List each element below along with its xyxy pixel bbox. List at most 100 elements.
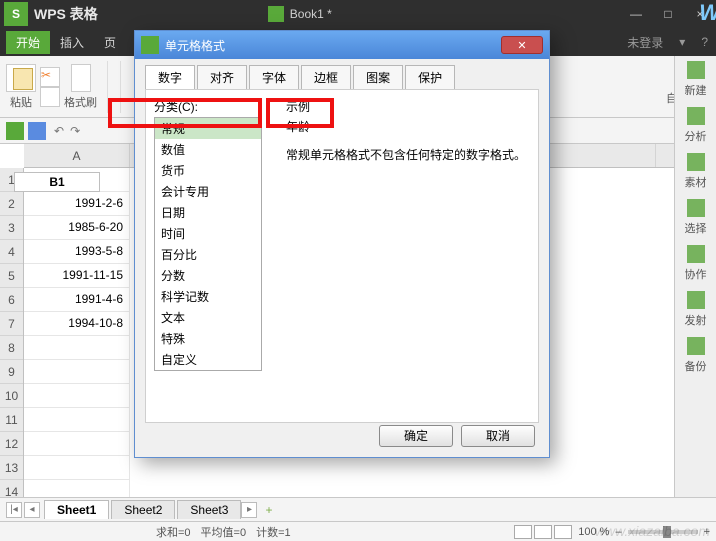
category-item[interactable]: 百分比 [155,244,261,265]
app-logo-icon: S [4,2,28,26]
app-name: WPS 表格 [34,4,98,24]
status-avg: 平均值=0 [201,524,247,540]
dialog-logo-icon [141,36,159,54]
file-icon[interactable] [6,122,24,140]
watermark: www.xiazaiba.com [595,523,710,539]
sheet-tab-3[interactable]: Sheet3 [177,500,241,519]
decorative-W: W [699,0,716,26]
category-list[interactable]: 常规数值货币会计专用日期时间百分比分数科学记数文本特殊自定义 [154,117,262,371]
row-header[interactable]: 9 [0,360,23,384]
minimize-button[interactable]: — [620,0,652,28]
col-header-A[interactable]: A [24,144,130,167]
add-sheet-button[interactable]: + [259,501,278,519]
category-item[interactable]: 数值 [155,139,261,160]
cut-icon[interactable]: ✂ [40,67,60,87]
row-header[interactable]: 4 [0,240,23,264]
paste-icon[interactable] [6,64,36,92]
sidepanel-item[interactable]: 选择 [675,194,716,240]
category-item[interactable]: 时间 [155,223,261,244]
category-item[interactable]: 文本 [155,307,261,328]
sidepanel-item[interactable]: 分析 [675,102,716,148]
dlg-tab-protect[interactable]: 保护 [405,65,455,89]
row-header[interactable]: 8 [0,336,23,360]
undo-icon[interactable]: ↶ [54,124,64,138]
sheet-tab-1[interactable]: Sheet1 [44,500,109,519]
dlg-tab-border[interactable]: 边框 [301,65,351,89]
row-header[interactable]: 10 [0,384,23,408]
row-header[interactable]: 11 [0,408,23,432]
cancel-button[interactable]: 取消 [461,425,535,447]
tab-prev-button[interactable]: ◂ [24,502,40,518]
cell[interactable]: 1994-10-8 [24,312,130,336]
sidepanel-icon [687,107,705,125]
row-header[interactable]: 5 [0,264,23,288]
doc-icon [268,6,284,22]
ok-button[interactable]: 确定 [379,425,453,447]
format-description: 常规单元格格式不包含任何特定的数字格式。 [286,146,526,163]
save-icon[interactable] [28,122,46,140]
cell[interactable]: 1991-2-6 [24,192,130,216]
sidepanel-item[interactable]: 发射 [675,286,716,332]
dlg-tab-number[interactable]: 数字 [145,65,195,89]
sheet-tab-2[interactable]: Sheet2 [111,500,175,519]
tab-page[interactable]: 页 [94,31,126,54]
row-header[interactable]: 13 [0,456,23,480]
not-logged-label[interactable]: 未登录 [619,34,671,51]
cell[interactable] [24,456,130,480]
sidepanel-item[interactable]: 素材 [675,148,716,194]
sidepanel-item[interactable]: 协作 [675,240,716,286]
cell[interactable] [24,360,130,384]
paste-button[interactable]: 粘贴 [10,94,32,110]
row-header[interactable]: 3 [0,216,23,240]
name-box[interactable]: B1 [14,172,100,192]
category-item[interactable]: 科学记数 [155,286,261,307]
dlg-tab-pattern[interactable]: 图案 [353,65,403,89]
copy-icon[interactable] [40,87,60,107]
cell[interactable]: 1993-5-8 [24,240,130,264]
cell[interactable] [24,336,130,360]
cell[interactable]: 1985-6-20 [24,216,130,240]
sidepanel-icon [687,337,705,355]
redo-icon[interactable]: ↷ [70,124,80,138]
tab-insert[interactable]: 插入 [50,31,94,54]
format-painter-icon[interactable] [71,64,91,92]
highlight-box-sample [266,98,334,128]
document-tab[interactable]: Book1 * [268,6,332,22]
tab-start[interactable]: 开始 [6,31,50,54]
dlg-tab-align[interactable]: 对齐 [197,65,247,89]
category-item[interactable]: 分数 [155,265,261,286]
cell[interactable]: 1991-11-15 [24,264,130,288]
cell[interactable]: 1991-4-6 [24,288,130,312]
sidepanel-icon [687,245,705,263]
sidepanel-item[interactable]: 新建 [675,56,716,102]
row-header[interactable]: 6 [0,288,23,312]
highlight-box-category [108,98,262,128]
view-normal-button[interactable] [514,525,532,539]
cell[interactable] [24,408,130,432]
sidepanel-icon [687,61,705,79]
sidepanel-item[interactable]: 备份 [675,332,716,378]
sidepanel-icon [687,291,705,309]
view-page-button[interactable] [534,525,552,539]
dropdown-icon[interactable]: ▾ [671,35,693,49]
maximize-button[interactable]: □ [652,0,684,28]
category-item[interactable]: 自定义 [155,349,261,370]
category-item[interactable]: 日期 [155,202,261,223]
format-painter-button[interactable]: 格式刷 [64,94,97,110]
category-item[interactable]: 会计专用 [155,181,261,202]
row-header[interactable]: 7 [0,312,23,336]
cell-format-dialog: 单元格格式 ✕ 数字 对齐 字体 边框 图案 保护 分类(C): 常规数值货币会… [134,30,550,458]
dlg-tab-font[interactable]: 字体 [249,65,299,89]
view-break-button[interactable] [554,525,572,539]
row-header[interactable]: 12 [0,432,23,456]
status-sum: 求和=0 [156,524,191,540]
tab-first-button[interactable]: |◂ [6,502,22,518]
category-item[interactable]: 货币 [155,160,261,181]
cell[interactable] [24,384,130,408]
dialog-close-button[interactable]: ✕ [501,36,543,54]
menu-wrench-icon[interactable]: ? [693,35,716,49]
tab-next-button[interactable]: ▸ [241,502,257,518]
cell[interactable] [24,432,130,456]
category-item[interactable]: 特殊 [155,328,261,349]
row-header[interactable]: 2 [0,192,23,216]
